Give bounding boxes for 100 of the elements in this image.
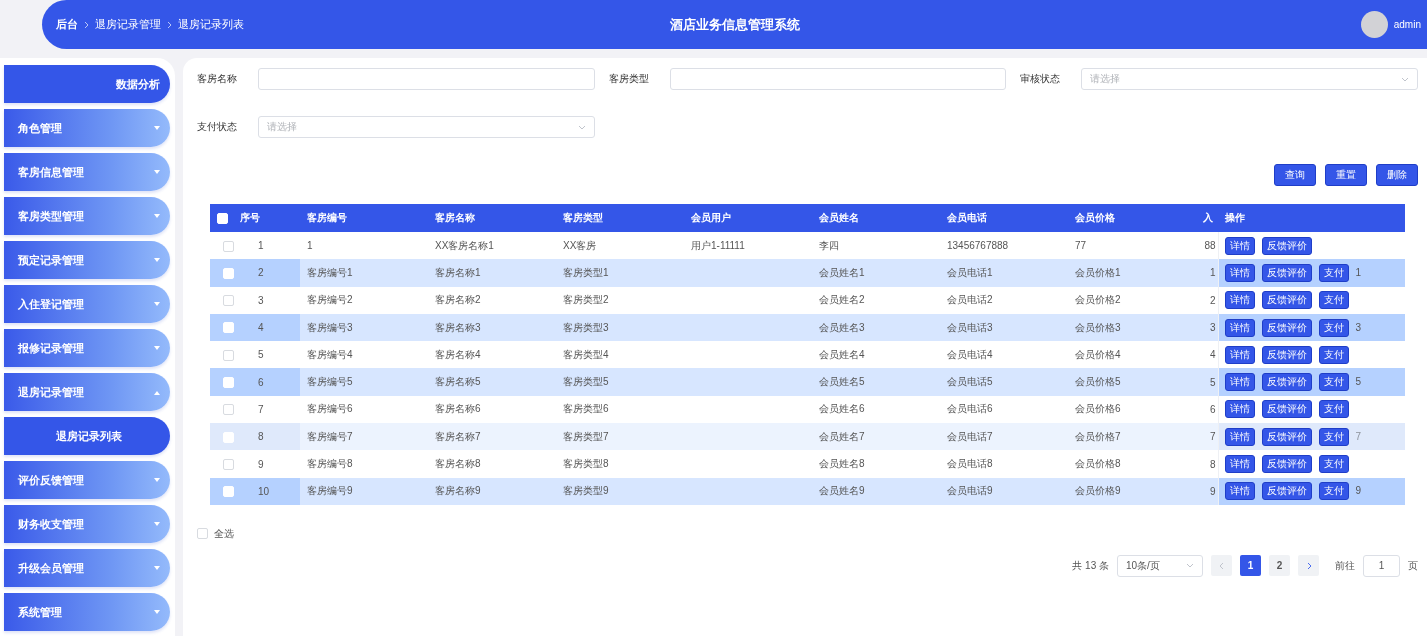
checkbox-label[interactable]: 全选 bbox=[214, 526, 234, 541]
caret-down-icon bbox=[154, 477, 160, 483]
sidebar-subitem[interactable]: 退房记录列表 bbox=[4, 417, 170, 455]
action-button[interactable]: 删除 bbox=[1376, 164, 1418, 186]
row-action-button[interactable]: 详情 bbox=[1224, 427, 1255, 446]
breadcrumb-link[interactable]: 退房记录管理 bbox=[95, 17, 161, 32]
action-button[interactable]: 查询 bbox=[1274, 164, 1316, 186]
chevron-left-icon bbox=[1218, 561, 1225, 570]
sidebar-item[interactable]: 入住登记管理 bbox=[4, 285, 170, 323]
row-action-button[interactable]: 反馈评价 bbox=[1261, 318, 1312, 337]
row-action-button[interactable]: 支付 bbox=[1318, 482, 1349, 501]
checkbox[interactable] bbox=[223, 240, 234, 252]
row-action-button[interactable]: 支付 bbox=[1318, 400, 1349, 419]
table-cell: 会员电话8 bbox=[947, 458, 993, 469]
table-cell: 客房类型7 bbox=[563, 430, 609, 442]
row-action-button[interactable]: 反馈评价 bbox=[1261, 455, 1312, 473]
checkbox[interactable] bbox=[223, 349, 234, 361]
checkbox[interactable] bbox=[223, 404, 234, 416]
sidebar-item[interactable]: 预定记录管理 bbox=[4, 241, 170, 279]
input-field[interactable] bbox=[669, 68, 1007, 90]
checkbox[interactable] bbox=[223, 458, 234, 470]
row-action-button[interactable]: 反馈评价 bbox=[1261, 427, 1312, 446]
user-name[interactable]: admin bbox=[1393, 19, 1421, 30]
caret-down-icon bbox=[154, 213, 160, 219]
sidebar-item[interactable]: 客房类型管理 bbox=[4, 197, 170, 235]
checkbox[interactable] bbox=[223, 295, 234, 307]
row-action-button[interactable]: 详情 bbox=[1224, 482, 1255, 501]
page-button[interactable]: 2 bbox=[1269, 555, 1290, 577]
sidebar-item[interactable]: 系统管理 bbox=[4, 593, 170, 631]
row-action-button[interactable]: 详情 bbox=[1224, 236, 1255, 255]
row-action-button[interactable]: 支付 bbox=[1318, 291, 1349, 310]
input-field[interactable] bbox=[258, 68, 595, 90]
row-action-button[interactable]: 详情 bbox=[1224, 291, 1255, 310]
avatar[interactable] bbox=[1360, 11, 1388, 38]
table-cell: 1 bbox=[1209, 267, 1216, 279]
page-input[interactable]: 1 bbox=[1363, 554, 1400, 577]
row-action-button[interactable]: 反馈评价 bbox=[1261, 263, 1312, 282]
sidebar-item[interactable]: 角色管理 bbox=[4, 109, 170, 147]
table-cell: 会员价格6 bbox=[1075, 403, 1121, 415]
table-cell: 1 bbox=[307, 240, 313, 252]
table-cell: 3 bbox=[1209, 322, 1216, 334]
row-action-button[interactable]: 详情 bbox=[1224, 400, 1255, 419]
row-action-button[interactable]: 支付 bbox=[1318, 263, 1349, 282]
sidebar-item[interactable]: 评价反馈管理 bbox=[4, 461, 170, 499]
checkbox[interactable] bbox=[197, 528, 208, 540]
row-action-button[interactable]: 反馈评价 bbox=[1261, 482, 1312, 501]
sidebar-item[interactable]: 退房记录管理 bbox=[4, 373, 170, 411]
chevron-down-icon bbox=[577, 124, 586, 130]
row-action-button[interactable]: 支付 bbox=[1318, 455, 1349, 473]
row-action-button[interactable]: 反馈评价 bbox=[1261, 400, 1312, 419]
row-action-button[interactable]: 详情 bbox=[1224, 263, 1255, 282]
row-action-button[interactable]: 支付 bbox=[1318, 373, 1349, 392]
caret-down-icon bbox=[154, 169, 160, 175]
row-action-button[interactable]: 详情 bbox=[1224, 455, 1255, 473]
table-cell: 13456767888 bbox=[947, 240, 1009, 252]
chevron-right-icon bbox=[167, 20, 172, 29]
row-action-button[interactable]: 详情 bbox=[1224, 373, 1255, 392]
row-action-button[interactable]: 支付 bbox=[1318, 318, 1349, 337]
chevron-down-icon bbox=[1401, 76, 1409, 82]
next-page-button[interactable] bbox=[1298, 555, 1319, 577]
table-cell: 会员价格7 bbox=[1075, 430, 1121, 442]
sidebar-item[interactable]: 数据分析 bbox=[4, 65, 170, 103]
breadcrumb-link[interactable]: 退房记录列表 bbox=[178, 17, 244, 32]
row-action-button[interactable]: 反馈评价 bbox=[1261, 291, 1312, 310]
page-button[interactable]: 1 bbox=[1240, 555, 1261, 577]
table-cell: 4 bbox=[1209, 349, 1216, 361]
table-cell: 会员姓名5 bbox=[819, 376, 865, 388]
filter-label: 支付状态 bbox=[197, 120, 238, 134]
table-cell: 会员电话3 bbox=[947, 321, 993, 333]
table-cell: 会员价格2 bbox=[1075, 294, 1121, 306]
page-size-select[interactable]: 10条/页 bbox=[1117, 554, 1203, 577]
column-header: 序号 bbox=[240, 212, 260, 223]
table-cell: 客房名称1 bbox=[435, 266, 481, 278]
sidebar-item[interactable]: 财务收支管理 bbox=[4, 505, 170, 543]
row-action-button[interactable]: 支付 bbox=[1318, 345, 1349, 364]
row-action-button[interactable]: 支付 bbox=[1318, 427, 1349, 446]
sidebar-item[interactable]: 报修记录管理 bbox=[4, 329, 170, 367]
table-cell: 会员姓名1 bbox=[819, 266, 865, 278]
table-cell: 5 bbox=[258, 349, 264, 361]
row-action-button[interactable]: 反馈评价 bbox=[1261, 236, 1312, 255]
table-cell: 5 bbox=[1355, 376, 1362, 388]
row-action-button[interactable]: 反馈评价 bbox=[1261, 345, 1312, 364]
total-count: 共 13 条 bbox=[1072, 558, 1109, 573]
table-cell: 1 bbox=[258, 240, 264, 252]
sidebar-item[interactable]: 客房信息管理 bbox=[4, 153, 170, 191]
table-cell: 客房名称3 bbox=[435, 321, 481, 333]
row-action-button[interactable]: 详情 bbox=[1224, 345, 1255, 364]
action-button[interactable]: 重置 bbox=[1325, 164, 1367, 186]
caret-up-icon bbox=[154, 389, 160, 395]
filter-label: 审核状态 bbox=[1020, 72, 1062, 86]
row-action-button[interactable]: 详情 bbox=[1224, 318, 1255, 337]
prev-page-button[interactable] bbox=[1211, 555, 1232, 577]
caret-down-icon bbox=[154, 521, 160, 527]
table-cell: 客房编号8 bbox=[307, 458, 353, 469]
breadcrumb-link[interactable]: 后台 bbox=[56, 17, 78, 32]
table-cell: XX客房 bbox=[563, 239, 597, 251]
row-action-button[interactable]: 反馈评价 bbox=[1261, 373, 1312, 392]
table-cell: 7 bbox=[1209, 431, 1216, 443]
table-cell: 客房名称8 bbox=[435, 458, 481, 469]
sidebar-item[interactable]: 升级会员管理 bbox=[4, 549, 170, 587]
